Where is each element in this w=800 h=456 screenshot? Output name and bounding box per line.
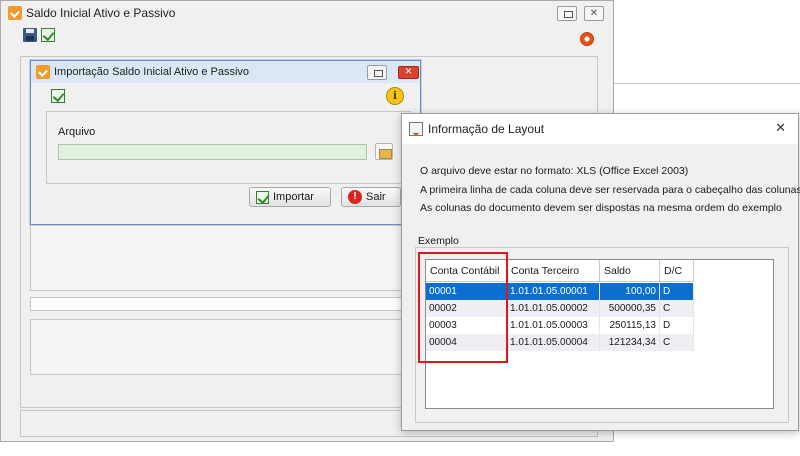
table-cell: C bbox=[660, 300, 694, 317]
header-message: A primeira linha de cada coluna deve ser… bbox=[420, 184, 800, 196]
main-titlebar: Saldo Inicial Ativo e Passivo bbox=[1, 1, 613, 25]
exit-button[interactable]: ! Sair bbox=[341, 187, 401, 207]
example-label: Exemplo bbox=[418, 235, 462, 247]
background-divider bbox=[614, 83, 800, 84]
restore-button[interactable] bbox=[557, 6, 577, 21]
app-icon bbox=[8, 6, 22, 20]
file-label: Arquivo bbox=[58, 126, 96, 138]
exit-button-label: Sair bbox=[366, 191, 386, 203]
app-icon bbox=[36, 65, 50, 79]
table-cell: D bbox=[660, 317, 694, 334]
confirm-icon[interactable] bbox=[41, 28, 55, 42]
import-titlebar: Importação Saldo Inicial Ativo e Passivo… bbox=[31, 61, 420, 83]
table-cell: 250115,13 bbox=[600, 317, 660, 334]
import-dialog-title: Importação Saldo Inicial Ativo e Passivo bbox=[54, 66, 250, 78]
table-cell: 121234,34 bbox=[600, 334, 660, 351]
import-button-label: Importar bbox=[273, 191, 314, 203]
column-header[interactable]: D/C bbox=[660, 260, 694, 282]
restore-button[interactable] bbox=[367, 65, 387, 80]
table-cell: 1.01.01.05.00004 bbox=[507, 334, 600, 351]
highlight-box bbox=[418, 252, 508, 363]
main-window-title: Saldo Inicial Ativo e Passivo bbox=[26, 6, 176, 20]
close-button[interactable]: ✕ bbox=[398, 66, 419, 79]
java-icon bbox=[409, 122, 423, 136]
confirm-icon[interactable] bbox=[51, 89, 65, 103]
table-cell: D bbox=[660, 283, 694, 300]
save-icon[interactable] bbox=[23, 28, 37, 42]
help-ring-icon[interactable] bbox=[580, 32, 594, 46]
table-cell: 1.01.01.05.00003 bbox=[507, 317, 600, 334]
table-cell: 1.01.01.05.00002 bbox=[507, 300, 600, 317]
close-icon[interactable]: ✕ bbox=[775, 121, 786, 136]
column-header[interactable]: Saldo bbox=[600, 260, 660, 282]
table-cell: C bbox=[660, 334, 694, 351]
confirm-icon bbox=[256, 190, 269, 204]
import-dialog: Importação Saldo Inicial Ativo e Passivo… bbox=[30, 60, 421, 225]
order-message: As colunas do documento devem ser dispos… bbox=[420, 202, 782, 214]
column-header[interactable]: Conta Terceiro bbox=[507, 260, 600, 282]
layout-info-titlebar: Informação de Layout ✕ bbox=[402, 114, 798, 144]
import-button[interactable]: Importar bbox=[249, 187, 331, 207]
info-icon[interactable]: i bbox=[386, 87, 404, 105]
layout-info-title: Informação de Layout bbox=[428, 122, 545, 136]
close-button[interactable] bbox=[584, 6, 604, 21]
format-message: O arquivo deve estar no formato: XLS (Of… bbox=[420, 165, 689, 177]
exit-icon: ! bbox=[348, 190, 362, 204]
table-cell: 100,00 bbox=[600, 283, 660, 300]
table-cell: 1.01.01.05.00001 bbox=[507, 283, 600, 300]
file-path-input[interactable] bbox=[58, 144, 367, 160]
open-folder-button[interactable] bbox=[375, 143, 393, 160]
table-cell: 500000,35 bbox=[600, 300, 660, 317]
